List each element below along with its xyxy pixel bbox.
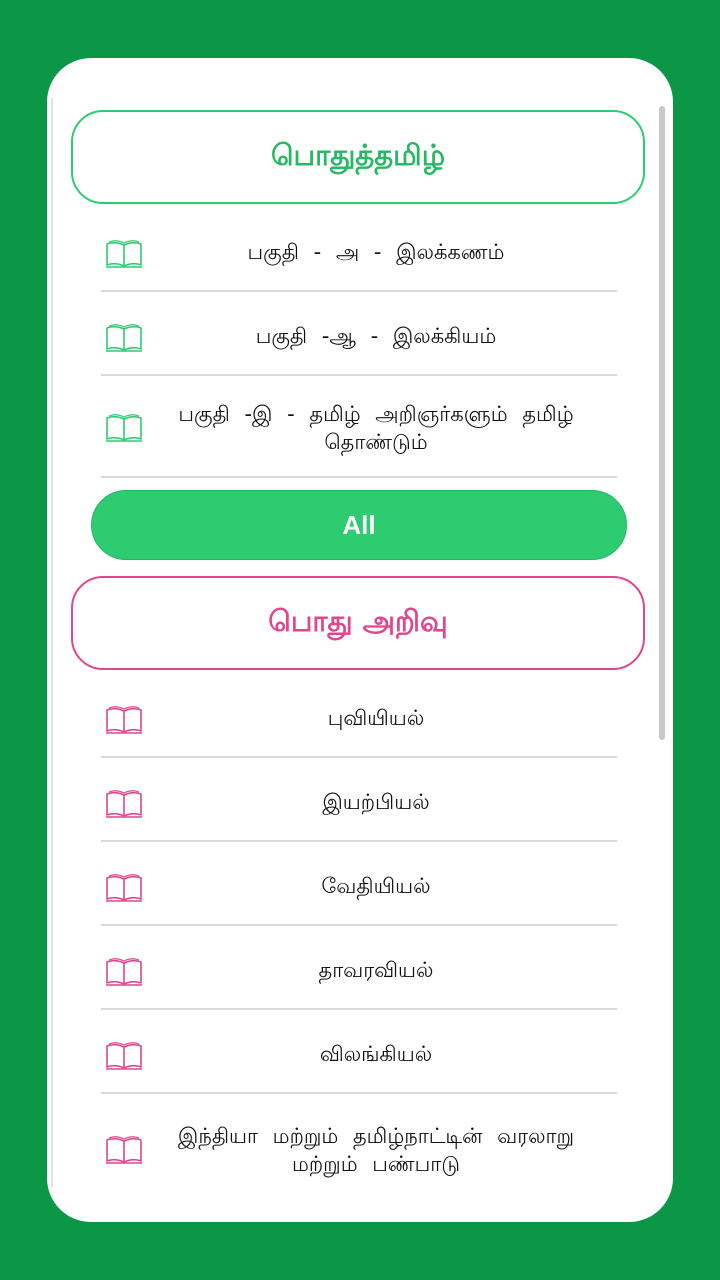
list-item-label: பகுதி -ஆ - இலக்கியம் <box>255 324 497 348</box>
list-item[interactable]: இயற்பியல் <box>101 758 617 842</box>
open-book-icon <box>105 238 143 270</box>
open-book-icon <box>105 788 143 820</box>
section-header-tamil: பொதுத்தமிழ் <box>71 110 645 204</box>
open-book-icon <box>105 956 143 988</box>
list-item-label: இயற்பியல் <box>322 790 430 814</box>
list-item[interactable]: பகுதி -ஆ - இலக்கியம் <box>101 292 617 376</box>
list-item-label: பகுதி - அ - இலக்கணம் <box>247 240 505 264</box>
list-item[interactable]: விலங்கியல் <box>101 1010 617 1094</box>
list-item[interactable]: புவியியல் <box>101 674 617 758</box>
list-item[interactable]: வேதியியல் <box>101 842 617 926</box>
list-item[interactable]: இந்தியா மற்றும் தமிழ்நாட்டின் வரலாறு மற்… <box>101 1094 617 1196</box>
open-book-icon <box>105 704 143 736</box>
open-book-icon <box>105 1040 143 1072</box>
section-title: பொதுத்தமிழ் <box>270 138 446 172</box>
list-item-label: புவியியல் <box>327 706 425 730</box>
list-item[interactable]: தாவரவியல் <box>101 926 617 1010</box>
open-book-icon <box>105 322 143 354</box>
list-item-label: தாவரவியல் <box>318 958 434 982</box>
open-book-icon <box>105 1134 143 1166</box>
list-item[interactable]: பகுதி - அ - இலக்கணம் <box>101 208 617 292</box>
list-item-label: வேதியியல் <box>321 874 431 898</box>
list-item-label: இந்தியா மற்றும் தமிழ்நாட்டின் வரலாறு மற்… <box>177 1124 575 1176</box>
scrollbar[interactable] <box>659 106 665 740</box>
list-item-label: விலங்கியல் <box>319 1042 433 1066</box>
section-header-general-knowledge: பொது அறிவு <box>71 576 645 670</box>
open-book-icon <box>105 872 143 904</box>
list-item[interactable]: பகுதி -இ - தமிழ் அறிஞர்களும் தமிழ் தொண்ட… <box>101 376 617 478</box>
card-edge-line <box>51 98 53 1188</box>
section-title: பொது அறிவு <box>268 604 448 638</box>
all-button[interactable]: All <box>91 490 627 560</box>
open-book-icon <box>105 412 143 444</box>
content-card: பொதுத்தமிழ் பகுதி - அ - இலக்கணம் பகுதி -… <box>47 58 673 1222</box>
list-item-label: பகுதி -இ - தமிழ் அறிஞர்களும் தமிழ் தொண்ட… <box>178 402 574 454</box>
